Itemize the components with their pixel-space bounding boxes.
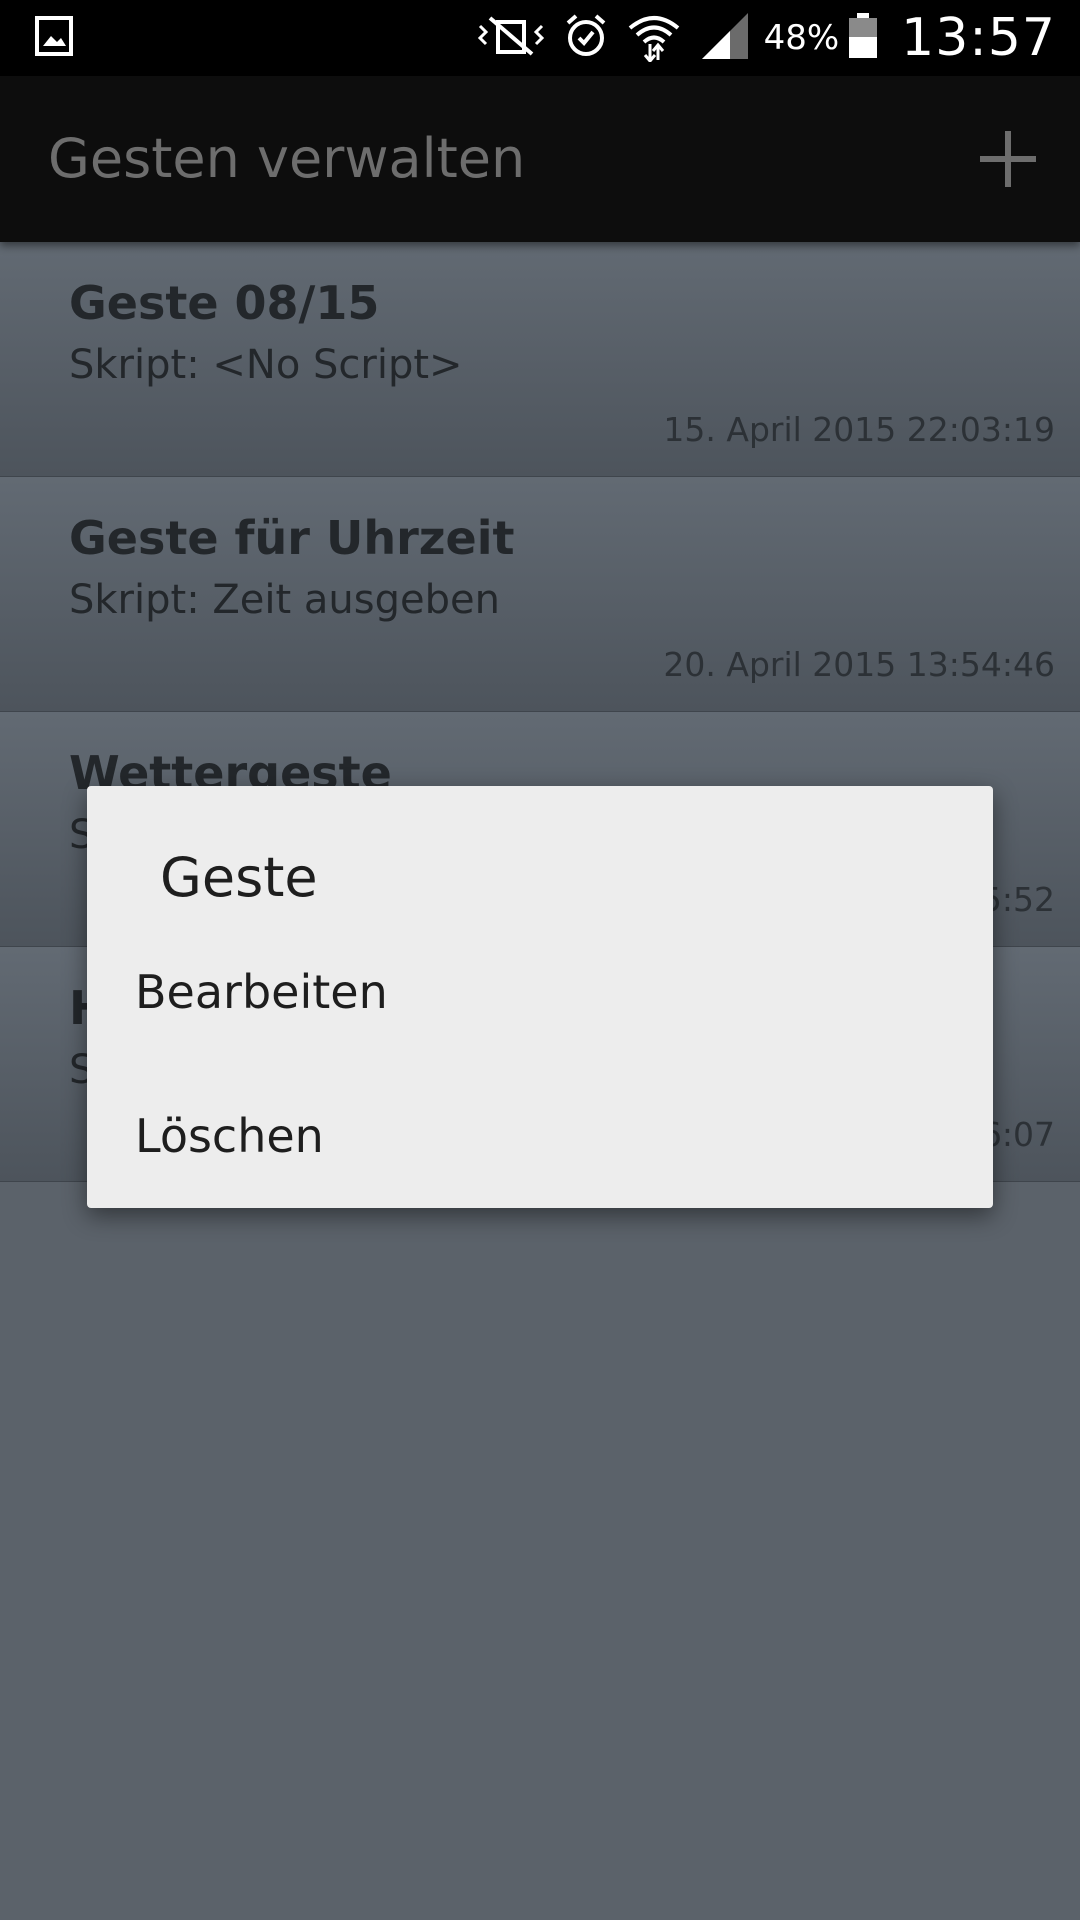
- gesture-script: Skript: <No Script>: [69, 342, 463, 388]
- screen: 48% 13:57 Gesten verwalten Geste 08/15 S…: [0, 0, 1080, 1920]
- action-bar: Gesten verwalten: [0, 76, 1080, 242]
- gesture-script: Skript: Zeit ausgeben: [69, 577, 500, 623]
- wifi-icon: [626, 10, 682, 66]
- gesture-date: 20. April 2015 13:54:46: [663, 645, 1055, 684]
- gallery-icon: [35, 16, 73, 56]
- alarm-icon: [564, 13, 608, 63]
- list-item[interactable]: Geste 08/15 Skript: <No Script> 15. Apri…: [0, 242, 1080, 477]
- gesture-context-dialog: Geste Bearbeiten Löschen: [87, 786, 993, 1208]
- battery-icon: [847, 12, 879, 64]
- vibrate-off-icon: [476, 14, 546, 62]
- gesture-title: Geste für Uhrzeit: [69, 511, 515, 565]
- plus-icon[interactable]: [978, 129, 1038, 189]
- gesture-date: 15. April 2015 22:03:19: [663, 410, 1055, 449]
- clock: 13:57: [901, 8, 1056, 68]
- dialog-title: Geste: [160, 846, 318, 909]
- edit-option[interactable]: Bearbeiten: [87, 932, 993, 1052]
- list-item[interactable]: Geste für Uhrzeit Skript: Zeit ausgeben …: [0, 477, 1080, 712]
- status-icons: 48% 13:57: [458, 0, 1056, 76]
- page-title: Gesten verwalten: [48, 127, 526, 190]
- status-bar: 48% 13:57: [0, 0, 1080, 76]
- battery-percent: 48%: [763, 18, 840, 58]
- gesture-title: Geste 08/15: [69, 276, 380, 330]
- signal-icon: [700, 11, 750, 65]
- delete-option[interactable]: Löschen: [87, 1076, 993, 1196]
